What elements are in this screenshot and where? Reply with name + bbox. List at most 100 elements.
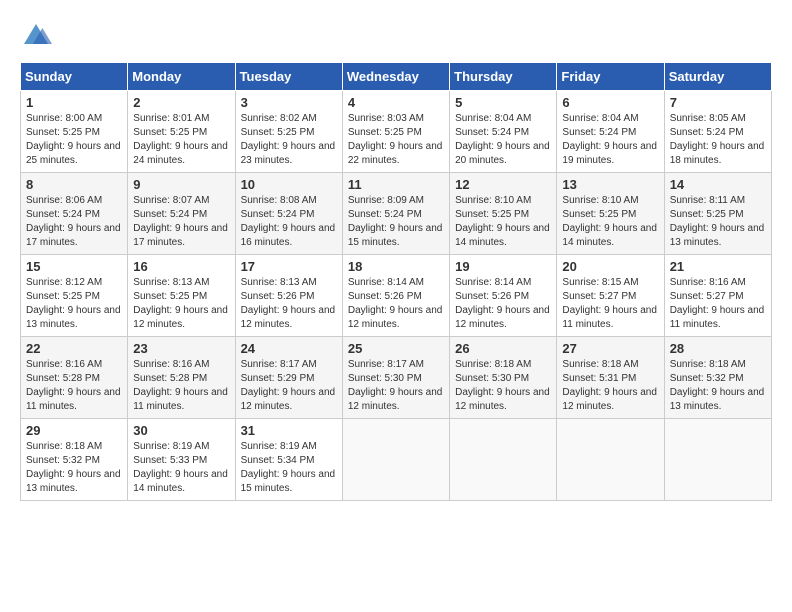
calendar-cell: 11 Sunrise: 8:09 AMSunset: 5:24 PMDayligh… [342, 173, 449, 255]
calendar-cell: 22 Sunrise: 8:16 AMSunset: 5:28 PMDayligh… [21, 337, 128, 419]
calendar-cell: 8 Sunrise: 8:06 AMSunset: 5:24 PMDaylight… [21, 173, 128, 255]
cell-content: Sunrise: 8:19 AMSunset: 5:33 PMDaylight:… [133, 440, 229, 496]
calendar-cell: 10 Sunrise: 8:08 AMSunset: 5:24 PMDayligh… [235, 173, 342, 255]
cell-content: Sunrise: 8:10 AMSunset: 5:25 PMDaylight:… [455, 194, 551, 250]
cell-content: Sunrise: 8:15 AMSunset: 5:27 PMDaylight:… [562, 276, 658, 332]
cell-content: Sunrise: 8:11 AMSunset: 5:25 PMDaylight:… [670, 194, 766, 250]
cell-content: Sunrise: 8:00 AMSunset: 5:25 PMDaylight:… [26, 112, 122, 168]
day-number: 24 [241, 341, 337, 356]
cell-content: Sunrise: 8:13 AMSunset: 5:26 PMDaylight:… [241, 276, 337, 332]
logo-icon [20, 20, 52, 52]
day-number: 7 [670, 95, 766, 110]
week-row-3: 15Sunrise: 8:12 AMSunset: 5:25 PMDayligh… [21, 255, 772, 337]
calendar-cell: 20 Sunrise: 8:15 AMSunset: 5:27 PMDayligh… [557, 255, 664, 337]
calendar-cell: 13 Sunrise: 8:10 AMSunset: 5:25 PMDayligh… [557, 173, 664, 255]
day-number: 8 [26, 177, 122, 192]
cell-content: Sunrise: 8:17 AMSunset: 5:30 PMDaylight:… [348, 358, 444, 414]
calendar-cell [664, 419, 771, 501]
calendar-cell: 24 Sunrise: 8:17 AMSunset: 5:29 PMDayligh… [235, 337, 342, 419]
calendar: SundayMondayTuesdayWednesdayThursdayFrid… [20, 62, 772, 501]
cell-content: Sunrise: 8:09 AMSunset: 5:24 PMDaylight:… [348, 194, 444, 250]
calendar-cell: 18Sunrise: 8:14 AMSunset: 5:26 PMDayligh… [342, 255, 449, 337]
day-number: 10 [241, 177, 337, 192]
day-number: 12 [455, 177, 551, 192]
day-number: 20 [562, 259, 658, 274]
calendar-cell [557, 419, 664, 501]
calendar-cell: 6 Sunrise: 8:04 AMSunset: 5:24 PMDaylight… [557, 91, 664, 173]
week-row-4: 22 Sunrise: 8:16 AMSunset: 5:28 PMDayligh… [21, 337, 772, 419]
cell-content: Sunrise: 8:17 AMSunset: 5:29 PMDaylight:… [241, 358, 337, 414]
calendar-cell: 30 Sunrise: 8:19 AMSunset: 5:33 PMDayligh… [128, 419, 235, 501]
cell-content: Sunrise: 8:18 AMSunset: 5:30 PMDaylight:… [455, 358, 551, 414]
header [20, 20, 772, 52]
cell-content: Sunrise: 8:08 AMSunset: 5:24 PMDaylight:… [241, 194, 337, 250]
cell-content: Sunrise: 8:02 AMSunset: 5:25 PMDaylight:… [241, 112, 337, 168]
day-number: 22 [26, 341, 122, 356]
week-row-5: 29 Sunrise: 8:18 AMSunset: 5:32 PMDayligh… [21, 419, 772, 501]
day-number: 29 [26, 423, 122, 438]
cell-content: Sunrise: 8:18 AMSunset: 5:32 PMDaylight:… [26, 440, 122, 496]
calendar-cell [342, 419, 449, 501]
day-number: 6 [562, 95, 658, 110]
calendar-cell: 3 Sunrise: 8:02 AMSunset: 5:25 PMDaylight… [235, 91, 342, 173]
weekday-saturday: Saturday [664, 63, 771, 91]
day-number: 31 [241, 423, 337, 438]
day-number: 25 [348, 341, 444, 356]
day-number: 4 [348, 95, 444, 110]
day-number: 23 [133, 341, 229, 356]
weekday-thursday: Thursday [450, 63, 557, 91]
cell-content: Sunrise: 8:19 AMSunset: 5:34 PMDaylight:… [241, 440, 337, 496]
calendar-cell: 29 Sunrise: 8:18 AMSunset: 5:32 PMDayligh… [21, 419, 128, 501]
day-number: 17 [241, 259, 337, 274]
calendar-cell: 1 Sunrise: 8:00 AMSunset: 5:25 PMDaylight… [21, 91, 128, 173]
day-number: 15 [26, 259, 122, 274]
calendar-cell: 31 Sunrise: 8:19 AMSunset: 5:34 PMDayligh… [235, 419, 342, 501]
cell-content: Sunrise: 8:03 AMSunset: 5:25 PMDaylight:… [348, 112, 444, 168]
day-number: 19 [455, 259, 551, 274]
cell-content: Sunrise: 8:10 AMSunset: 5:25 PMDaylight:… [562, 194, 658, 250]
weekday-header-row: SundayMondayTuesdayWednesdayThursdayFrid… [21, 63, 772, 91]
cell-content: Sunrise: 8:14 AMSunset: 5:26 PMDaylight:… [348, 276, 444, 332]
calendar-cell: 16Sunrise: 8:13 AMSunset: 5:25 PMDayligh… [128, 255, 235, 337]
calendar-cell: 23 Sunrise: 8:16 AMSunset: 5:28 PMDayligh… [128, 337, 235, 419]
cell-content: Sunrise: 8:16 AMSunset: 5:27 PMDaylight:… [670, 276, 766, 332]
calendar-cell: 12 Sunrise: 8:10 AMSunset: 5:25 PMDayligh… [450, 173, 557, 255]
cell-content: Sunrise: 8:06 AMSunset: 5:24 PMDaylight:… [26, 194, 122, 250]
cell-content: Sunrise: 8:16 AMSunset: 5:28 PMDaylight:… [26, 358, 122, 414]
cell-content: Sunrise: 8:18 AMSunset: 5:31 PMDaylight:… [562, 358, 658, 414]
calendar-cell: 25 Sunrise: 8:17 AMSunset: 5:30 PMDayligh… [342, 337, 449, 419]
calendar-cell: 15Sunrise: 8:12 AMSunset: 5:25 PMDayligh… [21, 255, 128, 337]
day-number: 28 [670, 341, 766, 356]
weekday-tuesday: Tuesday [235, 63, 342, 91]
day-number: 26 [455, 341, 551, 356]
day-number: 14 [670, 177, 766, 192]
calendar-body: 1 Sunrise: 8:00 AMSunset: 5:25 PMDaylight… [21, 91, 772, 501]
day-number: 3 [241, 95, 337, 110]
calendar-cell: 17 Sunrise: 8:13 AMSunset: 5:26 PMDayligh… [235, 255, 342, 337]
calendar-cell: 26 Sunrise: 8:18 AMSunset: 5:30 PMDayligh… [450, 337, 557, 419]
calendar-cell: 21 Sunrise: 8:16 AMSunset: 5:27 PMDayligh… [664, 255, 771, 337]
calendar-cell: 9Sunrise: 8:07 AMSunset: 5:24 PMDaylight… [128, 173, 235, 255]
calendar-cell: 4 Sunrise: 8:03 AMSunset: 5:25 PMDaylight… [342, 91, 449, 173]
cell-content: Sunrise: 8:18 AMSunset: 5:32 PMDaylight:… [670, 358, 766, 414]
day-number: 9 [133, 177, 229, 192]
calendar-cell: 5Sunrise: 8:04 AMSunset: 5:24 PMDaylight… [450, 91, 557, 173]
weekday-monday: Monday [128, 63, 235, 91]
weekday-wednesday: Wednesday [342, 63, 449, 91]
day-number: 13 [562, 177, 658, 192]
cell-content: Sunrise: 8:16 AMSunset: 5:28 PMDaylight:… [133, 358, 229, 414]
week-row-1: 1 Sunrise: 8:00 AMSunset: 5:25 PMDaylight… [21, 91, 772, 173]
day-number: 1 [26, 95, 122, 110]
calendar-cell: 2Sunrise: 8:01 AMSunset: 5:25 PMDaylight… [128, 91, 235, 173]
calendar-cell: 28 Sunrise: 8:18 AMSunset: 5:32 PMDayligh… [664, 337, 771, 419]
cell-content: Sunrise: 8:01 AMSunset: 5:25 PMDaylight:… [133, 112, 229, 168]
day-number: 5 [455, 95, 551, 110]
day-number: 21 [670, 259, 766, 274]
week-row-2: 8 Sunrise: 8:06 AMSunset: 5:24 PMDaylight… [21, 173, 772, 255]
calendar-cell: 27Sunrise: 8:18 AMSunset: 5:31 PMDayligh… [557, 337, 664, 419]
calendar-cell [450, 419, 557, 501]
cell-content: Sunrise: 8:04 AMSunset: 5:24 PMDaylight:… [562, 112, 658, 168]
cell-content: Sunrise: 8:14 AMSunset: 5:26 PMDaylight:… [455, 276, 551, 332]
day-number: 11 [348, 177, 444, 192]
day-number: 30 [133, 423, 229, 438]
